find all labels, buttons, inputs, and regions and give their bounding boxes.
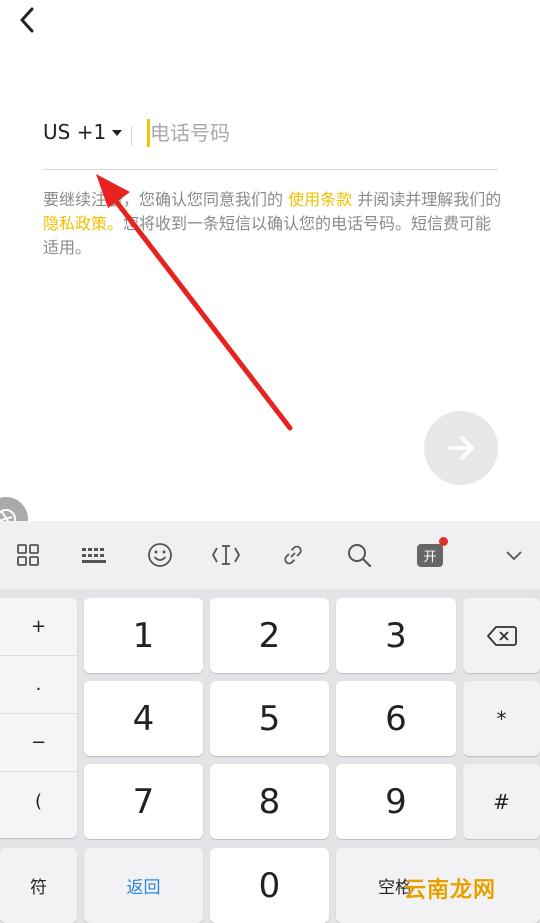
next-button[interactable] [424, 411, 498, 485]
text-cursor [147, 119, 150, 147]
terms-notice: 要继续注册，您确认您同意我们的 使用条款 并阅读并理解我们的 隐私政策。您将收到… [43, 188, 503, 260]
keyboard-toolbar: 开 [0, 521, 540, 589]
input-underline [43, 169, 498, 170]
star-key[interactable]: * [463, 681, 540, 756]
paren-key[interactable]: ( [0, 772, 77, 830]
notification-dot [439, 537, 448, 546]
key-5[interactable]: 5 [210, 681, 329, 756]
dot-key[interactable]: . [0, 656, 77, 714]
emoji-icon [148, 543, 172, 567]
watermark: 云南龙网 [404, 878, 497, 903]
caret-down-icon [112, 130, 123, 136]
emoji-button[interactable] [133, 521, 187, 589]
phone-entry-row: US +1 [43, 116, 498, 170]
keyboard-icon [82, 548, 106, 563]
svg-text:开: 开 [423, 550, 436, 565]
key-4[interactable]: 4 [84, 681, 203, 756]
key-6[interactable]: 6 [336, 681, 456, 756]
terms-of-use-link[interactable]: 使用条款 [288, 190, 352, 209]
key-3[interactable]: 3 [336, 598, 456, 673]
backspace-key[interactable] [463, 598, 540, 673]
privacy-policy-link[interactable]: 隐私政策。 [43, 214, 123, 233]
collapse-keyboard-button[interactable] [487, 521, 540, 589]
key-2[interactable]: 2 [210, 598, 329, 673]
back-button[interactable] [10, 2, 46, 38]
minus-key[interactable]: − [0, 714, 77, 772]
search-icon [348, 544, 372, 568]
country-code-label: US +1 [43, 120, 107, 144]
phone-number-input[interactable] [148, 116, 468, 150]
country-code-selector[interactable]: US +1 [43, 120, 123, 144]
grid-icon [17, 544, 39, 566]
terms-text-1: 要继续注册，您确认您同意我们的 [43, 190, 289, 209]
key-9[interactable]: 9 [336, 764, 456, 839]
chevron-down-icon [506, 551, 522, 561]
keyboard-layout-button[interactable] [67, 521, 121, 589]
divider [131, 126, 132, 146]
terms-text-2: 并阅读并理解我们的 [352, 190, 502, 209]
symbol-key[interactable]: 符 [0, 848, 77, 923]
text-cursor-icon [211, 545, 241, 565]
backspace-icon [486, 625, 517, 646]
key-0[interactable]: 0 [210, 848, 329, 923]
key-7[interactable]: 7 [84, 764, 203, 839]
grid-button[interactable] [1, 521, 55, 589]
link-icon [284, 545, 302, 565]
key-1[interactable]: 1 [84, 598, 203, 673]
symbol-column: + . − ( [0, 598, 77, 838]
link-button[interactable] [266, 521, 320, 589]
search-button[interactable] [332, 521, 386, 589]
back-key[interactable]: 返回 [84, 848, 203, 923]
plus-key[interactable]: + [0, 598, 77, 656]
hash-key[interactable]: # [463, 764, 540, 839]
chevron-left-icon [20, 7, 34, 33]
key-8[interactable]: 8 [210, 764, 329, 839]
app-icon: 开 [417, 544, 443, 567]
text-cursor-button[interactable] [199, 521, 253, 589]
arrow-right-icon [447, 436, 474, 460]
app-button[interactable]: 开 [403, 521, 457, 589]
